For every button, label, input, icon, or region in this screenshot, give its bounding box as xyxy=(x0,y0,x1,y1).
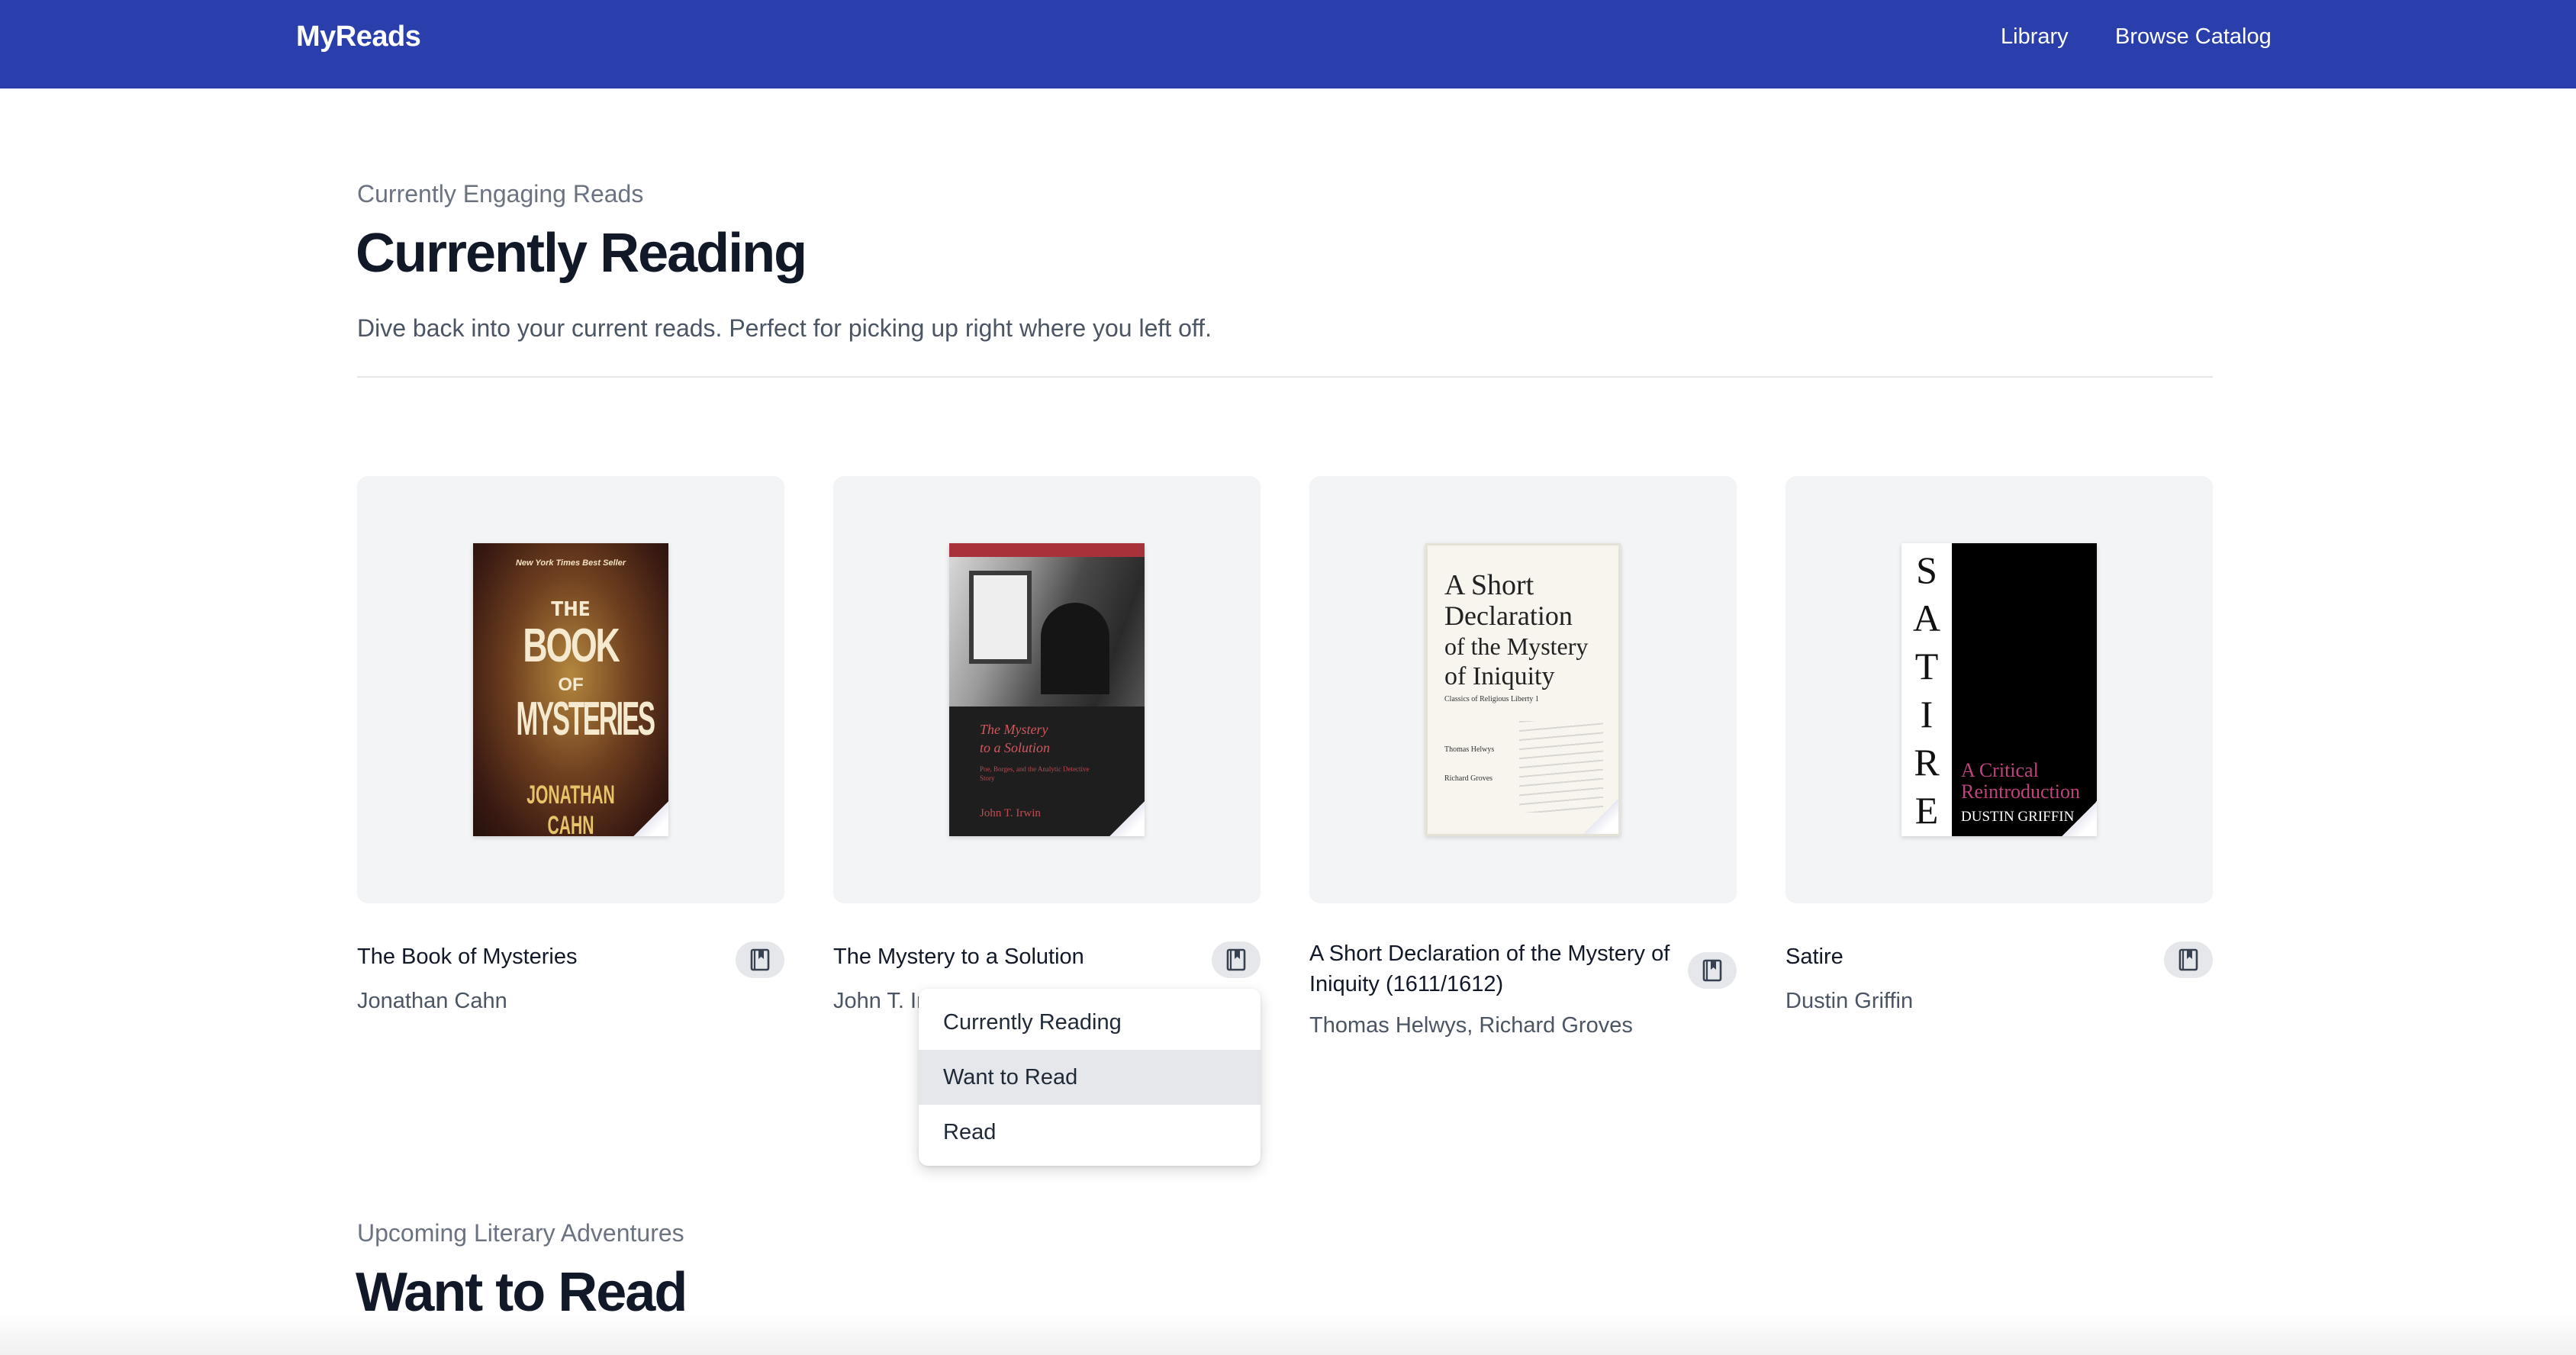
cover-text: New York Times Best Seller xyxy=(515,558,626,568)
shelf-menu-button[interactable] xyxy=(2164,941,2213,978)
cover-letter-strip: S A T I R E xyxy=(1901,543,1952,836)
menu-item-want-to-read[interactable]: Want to Read xyxy=(919,1050,1261,1105)
cover-text: MYSTERIES xyxy=(516,693,655,745)
cover-text: to a Solution xyxy=(980,740,1051,755)
shelf-menu-button[interactable] xyxy=(1688,952,1737,989)
book-cover-frame[interactable]: New York Times Best Seller THE BOOK OF M… xyxy=(357,476,784,903)
book-cover-frame[interactable]: A Short Declaration of the Mystery of In… xyxy=(1309,476,1737,903)
cover-letter: S xyxy=(1916,549,1937,591)
cover-text: Classics of Religious Liberty 1 xyxy=(1444,695,1539,703)
book-title: A Short Declaration of the Mystery of In… xyxy=(1309,941,1670,996)
top-navbar: MyReads Library Browse Catalog xyxy=(0,0,2576,89)
section-eyebrow: Currently Engaging Reads xyxy=(357,180,644,208)
cover-text: JONATHAN CAHN xyxy=(526,780,615,836)
bookmark-book-icon xyxy=(1226,948,1246,971)
cover-letter: T xyxy=(1914,645,1939,687)
shelf-menu-button[interactable] xyxy=(736,941,784,978)
book-author: Thomas Helwys, Richard Groves xyxy=(1309,1013,1633,1038)
book-cover-image: A Short Declaration of the Mystery of In… xyxy=(1425,543,1621,836)
brand-logo[interactable]: MyReads xyxy=(296,20,421,53)
book-title: The Book of Mysteries xyxy=(357,945,578,969)
book-cover-image: New York Times Best Seller THE BOOK OF M… xyxy=(473,543,668,836)
book-cover-image: S A T I R E A Critical Reintroduction DU… xyxy=(1901,543,2097,836)
book-author: Dustin Griffin xyxy=(1785,989,1914,1013)
bookmark-book-icon xyxy=(1702,959,1722,982)
cover-photo xyxy=(949,557,1145,706)
nav-library-link[interactable]: Library xyxy=(2001,23,2069,50)
cover-letter: A xyxy=(1912,597,1941,639)
page-curl xyxy=(1109,801,1145,836)
cover-text: Poe, Borges, and the Analytic Detective … xyxy=(980,765,1090,782)
cover-letter: I xyxy=(1920,693,1934,735)
nav-browse-catalog-link[interactable]: Browse Catalog xyxy=(2115,23,2272,50)
book-author: Jonathan Cahn xyxy=(357,989,507,1013)
page-curl xyxy=(1583,799,1618,834)
shelf-dropdown-menu: Currently Reading Want to Read Read xyxy=(919,989,1261,1166)
cover-text: The Mystery xyxy=(980,722,1048,737)
cover-band xyxy=(949,543,1145,557)
cover-text: Reintroduction xyxy=(1961,780,2080,803)
cover-text: of Iniquity xyxy=(1444,662,1555,690)
book-title: The Mystery to a Solution xyxy=(833,945,1084,969)
book-cover-frame[interactable]: The Mystery to a Solution Poe, Borges, a… xyxy=(833,476,1261,903)
section-title: Currently Reading xyxy=(356,223,807,284)
page-curl xyxy=(2062,801,2097,836)
bottom-scroll-shadow xyxy=(0,1312,2576,1355)
book-cover-image: The Mystery to a Solution Poe, Borges, a… xyxy=(949,543,1145,836)
book-cover-frame[interactable]: S A T I R E A Critical Reintroduction DU… xyxy=(1785,476,2213,903)
cover-text: A Critical xyxy=(1961,759,2039,781)
cover-text: BOOK xyxy=(523,620,620,672)
menu-item-read[interactable]: Read xyxy=(919,1105,1261,1160)
cover-letter: E xyxy=(1914,789,1939,832)
cover-text: of the Mystery xyxy=(1444,632,1589,660)
section-divider xyxy=(357,376,2213,378)
menu-item-currently-reading[interactable]: Currently Reading xyxy=(919,995,1261,1050)
shelf-menu-button[interactable] xyxy=(1212,941,1261,978)
cover-letter: R xyxy=(1914,741,1940,784)
section-eyebrow: Upcoming Literary Adventures xyxy=(357,1219,684,1247)
bookmark-book-icon xyxy=(750,948,770,971)
book-title: Satire xyxy=(1785,945,1843,969)
cover-text: THE xyxy=(551,598,591,621)
cover-text: A Short xyxy=(1444,569,1534,601)
cover-text: Declaration xyxy=(1444,600,1573,631)
bookmark-book-icon xyxy=(2178,948,2198,971)
page-curl xyxy=(633,801,668,836)
section-description: Dive back into your current reads. Perfe… xyxy=(357,314,1212,342)
